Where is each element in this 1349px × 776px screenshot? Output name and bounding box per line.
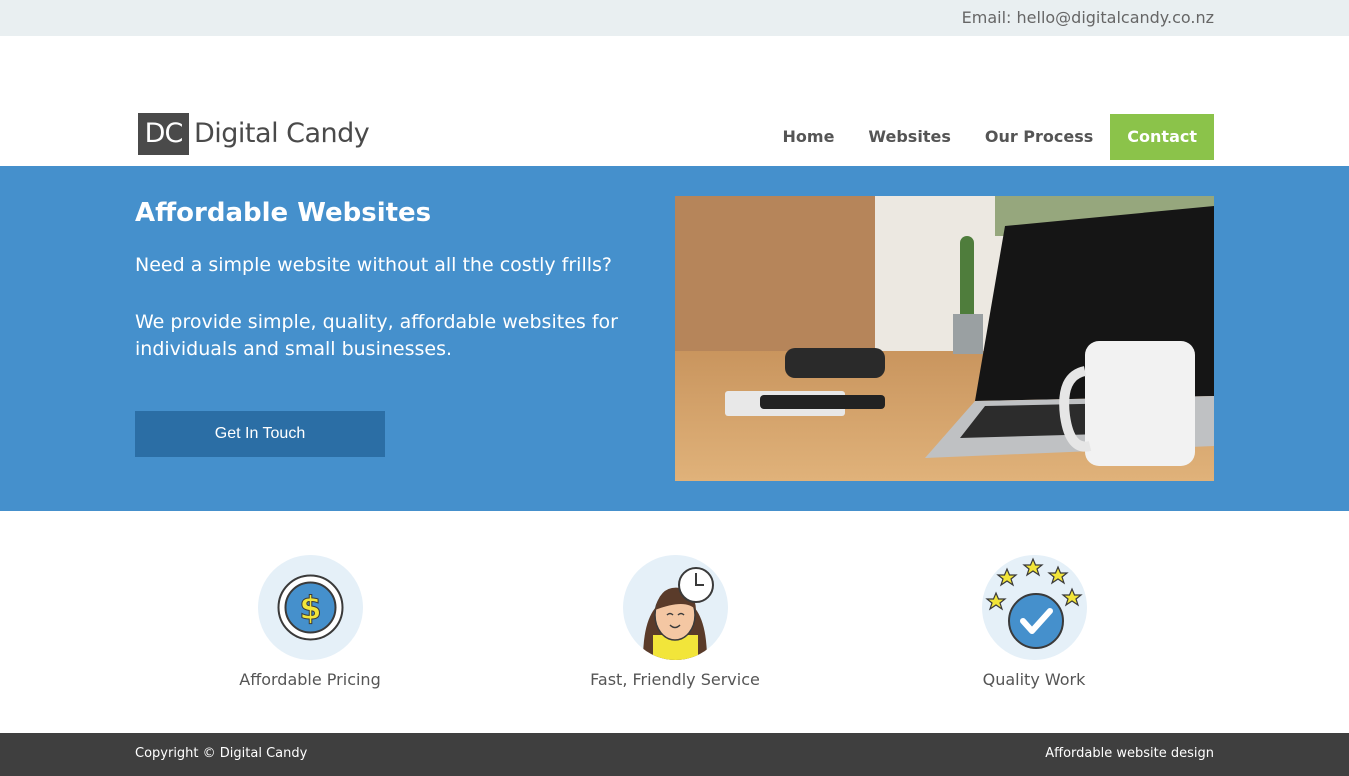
- nav-home[interactable]: Home: [766, 114, 852, 160]
- nav-our-process[interactable]: Our Process: [968, 114, 1110, 160]
- feature-label: Quality Work: [982, 670, 1086, 689]
- feature-quality-work: Quality Work: [904, 555, 1164, 689]
- hero-description: We provide simple, quality, affordable w…: [135, 311, 618, 360]
- stars-check-icon: [981, 555, 1087, 660]
- feature-fast-friendly-service: Fast, Friendly Service: [545, 555, 805, 689]
- hero-subtitle: Need a simple website without all the co…: [135, 254, 613, 276]
- main-nav: Home Websites Our Process Contact: [766, 114, 1214, 160]
- logo-mark: DC: [138, 112, 189, 155]
- feature-label: Affordable Pricing: [239, 670, 381, 689]
- nav-websites[interactable]: Websites: [851, 114, 967, 160]
- person-clock-icon: [622, 555, 728, 660]
- site-logo[interactable]: DC Digital Candy: [138, 112, 370, 155]
- nav-contact[interactable]: Contact: [1110, 114, 1214, 160]
- hero-title: Affordable Websites: [135, 198, 432, 228]
- site-footer: Copyright © Digital Candy Affordable web…: [0, 733, 1349, 776]
- logo-text: Digital Candy: [194, 118, 370, 149]
- laptop-desk-photo: [675, 196, 1214, 481]
- site-header: DC Digital Candy Home Websites Our Proce…: [0, 36, 1349, 166]
- svg-text:$: $: [299, 589, 321, 627]
- feature-affordable-pricing: $ Affordable Pricing: [180, 555, 440, 689]
- get-in-touch-button[interactable]: Get In Touch: [135, 411, 385, 457]
- contact-email[interactable]: Email: hello@digitalcandy.co.nz: [962, 8, 1214, 27]
- features-section: $ Affordable Pricing Fast, Friendly Serv…: [0, 511, 1349, 733]
- feature-label: Fast, Friendly Service: [590, 670, 760, 689]
- top-bar: Email: hello@digitalcandy.co.nz: [0, 0, 1349, 36]
- footer-tagline: Affordable website design: [1045, 746, 1214, 761]
- copyright-text: Copyright © Digital Candy: [135, 746, 308, 761]
- dollar-coin-icon: $: [257, 555, 363, 660]
- hero-section: Affordable Websites Need a simple websit…: [0, 166, 1349, 511]
